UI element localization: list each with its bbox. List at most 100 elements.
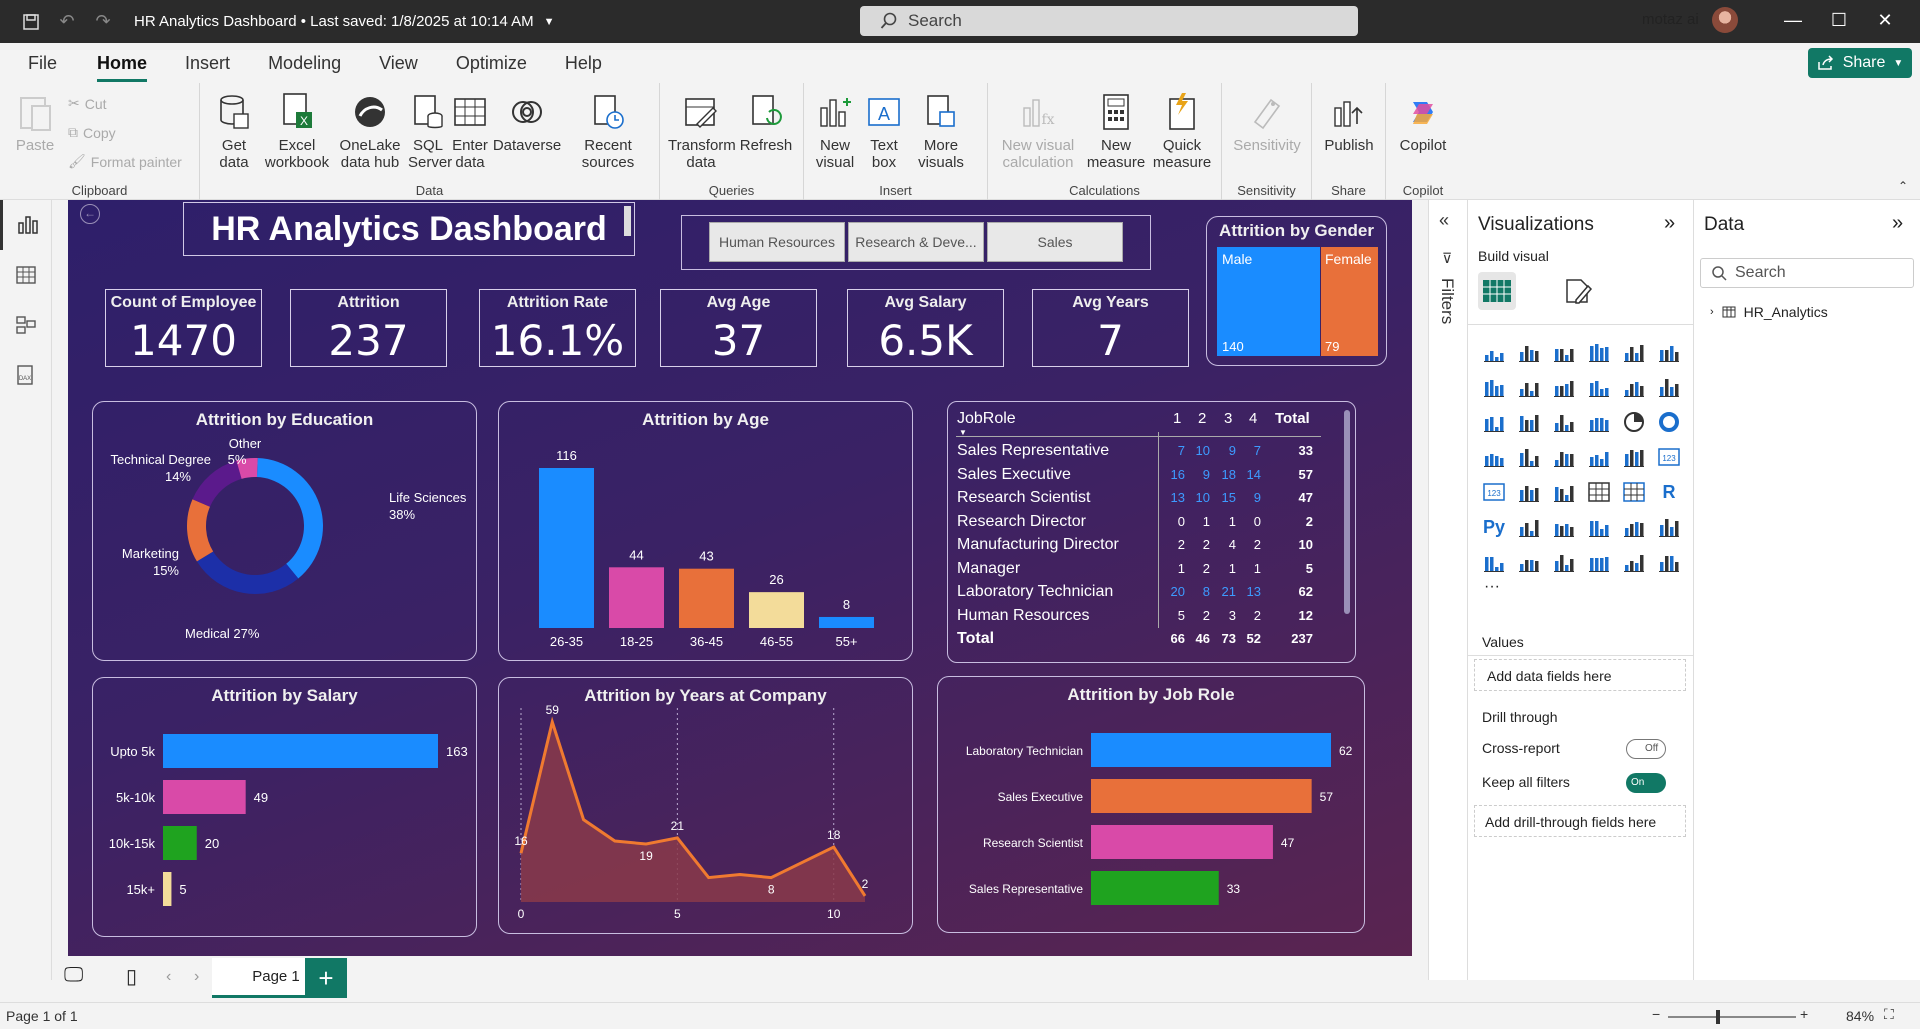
transform-data-button[interactable]: Transform data bbox=[668, 91, 736, 171]
card-icon[interactable]: 123 bbox=[1655, 443, 1683, 471]
add-page-button[interactable]: + bbox=[305, 958, 347, 998]
power-automate-icon[interactable] bbox=[1655, 548, 1683, 576]
slicer-icon[interactable] bbox=[1550, 478, 1578, 506]
funnel-icon[interactable] bbox=[1550, 408, 1578, 436]
line-stacked-icon[interactable] bbox=[1655, 373, 1683, 401]
matrix-icon[interactable] bbox=[1620, 478, 1648, 506]
more-visuals-button[interactable]: More visuals bbox=[908, 91, 974, 171]
tab-home[interactable]: Home bbox=[97, 53, 148, 82]
matrix-row-label[interactable]: Research Scientist bbox=[957, 489, 1090, 507]
stacked-column-icon[interactable] bbox=[1515, 338, 1543, 366]
redo-icon[interactable]: ↷ bbox=[90, 9, 116, 35]
stacked-bar-icon[interactable] bbox=[1480, 338, 1508, 366]
donut-chart-icon[interactable] bbox=[1655, 408, 1683, 436]
mobile-layout-icon[interactable]: ▯ bbox=[126, 964, 137, 989]
qa-icon[interactable] bbox=[1585, 513, 1613, 541]
text-box-button[interactable]: A Text box bbox=[864, 91, 904, 171]
matrix-row-label[interactable]: Laboratory Technician bbox=[957, 583, 1113, 601]
treemap-male[interactable]: Male 140 bbox=[1217, 247, 1320, 356]
collapse-icon[interactable]: » bbox=[1664, 212, 1675, 235]
dax-query-view-icon[interactable]: DAX bbox=[0, 350, 52, 400]
100-bar-icon[interactable] bbox=[1620, 338, 1648, 366]
treemap-female[interactable]: Female 79 bbox=[1321, 247, 1378, 356]
get-data-button[interactable]: Get data bbox=[208, 91, 260, 171]
smart-narrative-icon[interactable] bbox=[1480, 548, 1508, 576]
line-chart-icon[interactable] bbox=[1480, 373, 1508, 401]
cross-report-toggle[interactable]: Off bbox=[1626, 739, 1666, 759]
clustered-bar-icon[interactable] bbox=[1550, 338, 1578, 366]
drill-through-well[interactable]: Add drill-through fields here bbox=[1474, 805, 1686, 837]
stacked-area-icon[interactable] bbox=[1550, 373, 1578, 401]
matrix-column-header[interactable]: 4 bbox=[1249, 410, 1257, 427]
waterfall-icon[interactable] bbox=[1515, 408, 1543, 436]
expand-icon[interactable]: « bbox=[1439, 210, 1449, 231]
dataverse-button[interactable]: Dataverse bbox=[492, 91, 562, 154]
copilot-button[interactable]: Copilot bbox=[1392, 91, 1454, 154]
matrix-column-header[interactable]: 3 bbox=[1224, 410, 1232, 427]
filled-map-icon[interactable] bbox=[1550, 443, 1578, 471]
zoom-in-icon[interactable]: + bbox=[1800, 1006, 1808, 1022]
keep-filters-toggle[interactable]: On bbox=[1626, 773, 1666, 793]
matrix-column-header[interactable]: 1 bbox=[1173, 410, 1181, 427]
sql-server-button[interactable]: SQL Server bbox=[408, 91, 452, 171]
line-column-icon[interactable] bbox=[1620, 373, 1648, 401]
table-view-icon[interactable] bbox=[0, 250, 52, 300]
tab-view[interactable]: View bbox=[379, 53, 418, 74]
matrix-row-label[interactable]: Manufacturing Director bbox=[957, 536, 1119, 554]
area-chart-icon[interactable] bbox=[1515, 373, 1543, 401]
values-well[interactable]: Add data fields here bbox=[1474, 659, 1686, 691]
cut-button[interactable]: ✂ Cut bbox=[68, 95, 107, 112]
scroll-handle[interactable] bbox=[624, 206, 631, 236]
new-visual-button[interactable]: New visual bbox=[812, 91, 858, 171]
maximize-icon[interactable]: ☐ bbox=[1824, 10, 1854, 31]
user-name[interactable]: motaz ai bbox=[1642, 11, 1699, 28]
publish-button[interactable]: Publish bbox=[1318, 91, 1380, 154]
matrix-row-label[interactable]: Manager bbox=[957, 560, 1020, 578]
r-visual-icon[interactable]: R bbox=[1655, 478, 1683, 506]
scatter-icon[interactable] bbox=[1585, 408, 1613, 436]
tab-help[interactable]: Help bbox=[565, 53, 602, 74]
button-slicer-icon[interactable] bbox=[1550, 548, 1578, 576]
treemap-icon[interactable] bbox=[1480, 443, 1508, 471]
matrix-column-header[interactable]: Total bbox=[1275, 410, 1310, 427]
new-measure-button[interactable]: New measure bbox=[1084, 91, 1148, 171]
report-view-icon[interactable] bbox=[0, 200, 52, 250]
python-visual-icon[interactable]: Py bbox=[1480, 513, 1508, 541]
tab-modeling[interactable]: Modeling bbox=[268, 53, 341, 74]
avatar[interactable] bbox=[1712, 7, 1738, 33]
matrix-column-header[interactable]: 2 bbox=[1198, 410, 1206, 427]
fit-page-icon[interactable]: ⛶ bbox=[1884, 1006, 1894, 1023]
goals-icon[interactable] bbox=[1655, 513, 1683, 541]
zoom-slider[interactable] bbox=[1668, 1010, 1796, 1024]
enter-data-button[interactable]: Enter data bbox=[450, 91, 490, 171]
zoom-level[interactable]: 84% bbox=[1846, 1008, 1874, 1024]
matrix-row-label[interactable]: Research Director bbox=[957, 513, 1086, 531]
refresh-button[interactable]: Refresh bbox=[738, 91, 794, 154]
sensitivity-button[interactable]: Sensitivity bbox=[1228, 91, 1306, 154]
paginated-report-icon[interactable] bbox=[1620, 513, 1648, 541]
slicer-sales[interactable]: Sales bbox=[987, 222, 1123, 262]
key-influencers-icon[interactable] bbox=[1515, 513, 1543, 541]
combo-chart-icon[interactable] bbox=[1480, 408, 1508, 436]
azure-map-icon[interactable] bbox=[1585, 443, 1613, 471]
undo-icon[interactable]: ↶ bbox=[54, 9, 80, 35]
onelake-button[interactable]: OneLake data hub bbox=[334, 91, 406, 171]
slicer-human-resources[interactable]: Human Resources bbox=[709, 222, 845, 262]
new-visual-calculation-button[interactable]: fx New visual calculation bbox=[998, 91, 1078, 171]
multi-card-icon[interactable]: 123 bbox=[1480, 478, 1508, 506]
ribbon-chart-icon[interactable] bbox=[1585, 373, 1613, 401]
share-button[interactable]: Share ▼ bbox=[1808, 48, 1912, 78]
menu-file[interactable]: File bbox=[28, 53, 57, 74]
minimize-icon[interactable]: — bbox=[1778, 10, 1808, 31]
next-page-icon[interactable]: › bbox=[194, 968, 199, 986]
collapse-ribbon-icon[interactable]: ⌃ bbox=[1898, 179, 1908, 193]
recent-sources-button[interactable]: Recent sources bbox=[578, 91, 638, 171]
collapse-icon[interactable]: » bbox=[1892, 212, 1903, 235]
table-icon[interactable] bbox=[1585, 478, 1613, 506]
azure-maps-icon[interactable] bbox=[1585, 548, 1613, 576]
gauge-icon[interactable] bbox=[1620, 443, 1648, 471]
excel-workbook-button[interactable]: X Excel workbook bbox=[262, 91, 332, 171]
quick-measure-button[interactable]: Quick measure bbox=[1150, 91, 1214, 171]
zoom-out-icon[interactable]: − bbox=[1652, 1006, 1660, 1022]
copy-button[interactable]: ⧉ Copy bbox=[68, 124, 116, 141]
